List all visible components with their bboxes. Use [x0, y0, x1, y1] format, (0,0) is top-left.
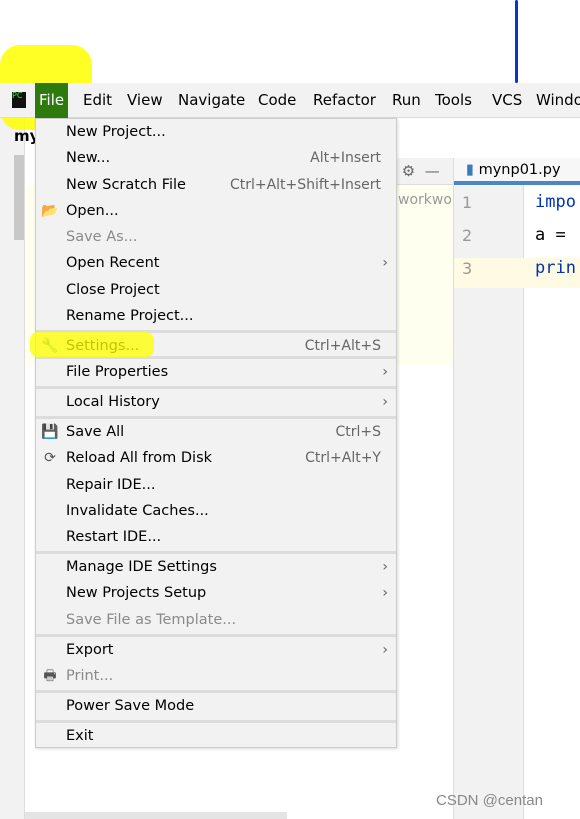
- menu-item-label: New Project...: [66, 124, 166, 140]
- menu-item-label: Export: [66, 642, 114, 658]
- menu-view[interactable]: View: [123, 83, 167, 118]
- project-toolbar: ⚙ —: [397, 158, 453, 185]
- menu-item-label: Close Project: [66, 282, 160, 298]
- menu-item-label: Manage IDE Settings: [66, 559, 217, 575]
- menu-item-power-save-mode[interactable]: Power Save Mode: [36, 693, 396, 719]
- folder-icon: 📂: [41, 203, 59, 219]
- menu-item-label: Invalidate Caches...: [66, 503, 209, 519]
- menu-item-label: Save As...: [66, 229, 138, 245]
- menu-item-new-scratch-file[interactable]: New Scratch File Ctrl+Alt+Shift+Insert: [36, 172, 396, 198]
- menu-item-save-all[interactable]: 💾 Save All Ctrl+S: [36, 419, 396, 445]
- menu-item-save-file-as-template[interactable]: Save File as Template...: [36, 607, 396, 633]
- menu-item-label: Repair IDE...: [66, 477, 156, 493]
- chevron-right-icon: ›: [382, 585, 388, 601]
- menu-item-local-history[interactable]: Local History ›: [36, 389, 396, 415]
- menu-item-open-recent[interactable]: Open Recent ›: [36, 250, 396, 276]
- menu-item-label: Print...: [66, 668, 114, 684]
- menu-item-label: Local History: [66, 394, 160, 410]
- menu-item-label: New Scratch File: [66, 177, 186, 193]
- menu-item-label: Open Recent: [66, 255, 160, 271]
- pen-stroke: [515, 0, 518, 83]
- menu-item-label: Rename Project...: [66, 308, 194, 324]
- app-logo-icon: PC: [12, 92, 26, 108]
- menu-vcs[interactable]: VCS: [488, 83, 526, 118]
- menu-item-print[interactable]: 🖶 Print...: [36, 663, 396, 689]
- shortcut: Alt+Insert: [310, 150, 381, 166]
- tab-label: mynp01.py: [478, 162, 561, 178]
- menu-item-file-properties[interactable]: File Properties ›: [36, 359, 396, 385]
- menu-run[interactable]: Run: [388, 83, 425, 118]
- menu-item-export[interactable]: Export ›: [36, 637, 396, 663]
- menu-windo[interactable]: Windo: [532, 83, 580, 118]
- save-icon: 💾: [41, 424, 59, 440]
- printer-icon: 🖶: [43, 668, 57, 684]
- menu-item-exit[interactable]: Exit: [36, 723, 396, 749]
- minimize-icon[interactable]: —: [425, 162, 440, 180]
- bottom-scroll[interactable]: [25, 812, 287, 819]
- editor-tab[interactable]: ▮ mynp01.py: [454, 158, 580, 185]
- menu-item-repair-ide[interactable]: Repair IDE...: [36, 472, 396, 498]
- code-line[interactable]: a =: [535, 225, 566, 245]
- menu-item-new[interactable]: New... Alt+Insert: [36, 145, 396, 171]
- menu-item-label: Power Save Mode: [66, 698, 195, 714]
- watermark: CSDN @centan: [436, 792, 543, 809]
- menu-item-manage-ide-settings[interactable]: Manage IDE Settings ›: [36, 554, 396, 580]
- line-number: 2: [462, 226, 473, 245]
- menu-item-save-as[interactable]: Save As...: [36, 224, 396, 250]
- menu-file[interactable]: File: [35, 83, 69, 118]
- menu-navigate[interactable]: Navigate: [174, 83, 249, 118]
- highlight-mark: [30, 332, 154, 357]
- reload-icon: ⟳: [44, 450, 56, 466]
- shortcut: Ctrl+Alt+Shift+Insert: [229, 177, 381, 193]
- chevron-right-icon: ›: [382, 394, 388, 410]
- shortcut: Ctrl+S: [335, 424, 381, 440]
- menu-item-label: Save File as Template...: [66, 612, 237, 628]
- gear-icon[interactable]: ⚙: [402, 162, 415, 180]
- python-file-icon: ▮: [466, 162, 474, 178]
- menu-item-label: Save All: [66, 424, 125, 440]
- chevron-right-icon: ›: [382, 559, 388, 575]
- project-tool-button[interactable]: [14, 155, 24, 240]
- menu-item-label: Open...: [66, 203, 119, 219]
- menu-item-label: Exit: [66, 728, 94, 744]
- menu-item-open[interactable]: 📂 Open...: [36, 198, 396, 224]
- menu-item-label: Reload All from Disk: [66, 450, 213, 466]
- menu-bar: PC File Edit View Navigate Code Refactor Run To…: [0, 83, 580, 118]
- menu-item-label: File Properties: [66, 364, 169, 380]
- chevron-right-icon: ›: [382, 255, 388, 271]
- menu-item-reload-all-from-disk[interactable]: ⟳ Reload All from Disk Ctrl+Alt+Y: [36, 445, 396, 471]
- file-menu: New Project... New... Alt+Insert New Scratc…: [35, 118, 397, 748]
- menu-code[interactable]: Code: [254, 83, 300, 118]
- menu-item-close-project[interactable]: Close Project: [36, 277, 396, 303]
- menu-item-invalidate-caches[interactable]: Invalidate Caches...: [36, 498, 396, 524]
- shortcut: Ctrl+Alt+Y: [305, 450, 381, 466]
- shortcut: Ctrl+Alt+S: [304, 338, 381, 354]
- menu-item-rename-project[interactable]: Rename Project...: [36, 303, 396, 329]
- menu-refactor[interactable]: Refactor: [309, 83, 380, 118]
- chevron-right-icon: ›: [382, 642, 388, 658]
- menu-item-restart-ide[interactable]: Restart IDE...: [36, 524, 396, 550]
- menu-item-label: New...: [66, 150, 111, 166]
- menu-item-new-projects-setup[interactable]: New Projects Setup ›: [36, 580, 396, 606]
- menu-tools[interactable]: Tools: [431, 83, 476, 118]
- menu-item-new-project[interactable]: New Project...: [36, 119, 396, 145]
- menu-item-label: Restart IDE...: [66, 529, 162, 545]
- line-number: 1: [462, 193, 473, 212]
- code-line[interactable]: prin: [535, 258, 576, 278]
- breadcrumb: workwo: [398, 192, 452, 208]
- code-line[interactable]: impo: [535, 192, 576, 212]
- line-number: 3: [462, 259, 473, 278]
- menu-edit[interactable]: Edit: [79, 83, 116, 118]
- menu-item-label: New Projects Setup: [66, 585, 207, 601]
- chevron-right-icon: ›: [382, 364, 388, 380]
